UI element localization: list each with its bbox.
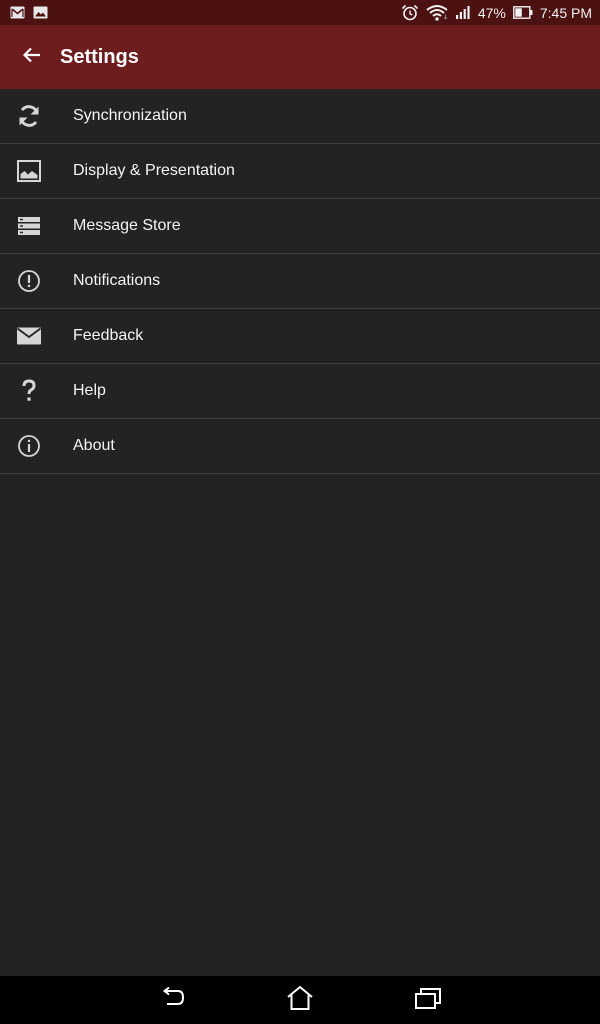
back-nav-icon bbox=[159, 986, 185, 1014]
status-bar: 47% 7:45 PM bbox=[0, 0, 600, 25]
wifi-icon bbox=[426, 4, 448, 21]
image-icon bbox=[0, 144, 57, 199]
alarm-icon bbox=[401, 4, 419, 21]
settings-item-about[interactable]: About bbox=[0, 419, 600, 474]
recents-nav-icon bbox=[414, 986, 442, 1015]
nav-recents-button[interactable] bbox=[364, 976, 492, 1024]
app-bar: Settings bbox=[0, 25, 600, 89]
settings-item-label: About bbox=[73, 437, 115, 454]
page-title: Settings bbox=[60, 45, 139, 68]
status-left bbox=[10, 6, 56, 19]
nav-home-button[interactable] bbox=[236, 976, 364, 1024]
settings-item-label: Message Store bbox=[73, 217, 181, 234]
alert-circle-icon bbox=[0, 254, 57, 309]
settings-list: Synchronization Display & Presentation M… bbox=[0, 89, 600, 474]
info-icon bbox=[0, 419, 57, 474]
battery-icon bbox=[512, 6, 533, 19]
storage-icon bbox=[0, 199, 57, 254]
settings-item-synchronization[interactable]: Synchronization bbox=[0, 89, 600, 144]
settings-item-notifications[interactable]: Notifications bbox=[0, 254, 600, 309]
signal-icon bbox=[455, 5, 471, 20]
settings-item-message-store[interactable]: Message Store bbox=[0, 199, 600, 254]
settings-item-help[interactable]: Help bbox=[0, 364, 600, 419]
nav-bar bbox=[0, 976, 600, 1024]
sync-icon bbox=[0, 89, 57, 144]
settings-item-label: Help bbox=[73, 382, 106, 399]
arrow-left-icon bbox=[22, 47, 41, 68]
back-button[interactable] bbox=[0, 25, 64, 89]
settings-item-label: Synchronization bbox=[73, 107, 187, 124]
settings-item-label: Feedback bbox=[73, 327, 144, 344]
question-icon bbox=[0, 364, 57, 419]
mail-icon bbox=[0, 309, 57, 364]
settings-item-label: Notifications bbox=[73, 272, 161, 289]
settings-item-display-presentation[interactable]: Display & Presentation bbox=[0, 144, 600, 199]
status-right: 47% 7:45 PM bbox=[394, 4, 592, 21]
nav-back-button[interactable] bbox=[108, 976, 236, 1024]
settings-item-feedback[interactable]: Feedback bbox=[0, 309, 600, 364]
gallery-icon bbox=[33, 6, 48, 19]
settings-item-label: Display & Presentation bbox=[73, 162, 235, 179]
home-nav-icon bbox=[286, 985, 314, 1016]
gmail-icon bbox=[10, 6, 25, 19]
battery-percent: 47% bbox=[477, 4, 506, 21]
status-time: 7:45 PM bbox=[539, 4, 592, 21]
